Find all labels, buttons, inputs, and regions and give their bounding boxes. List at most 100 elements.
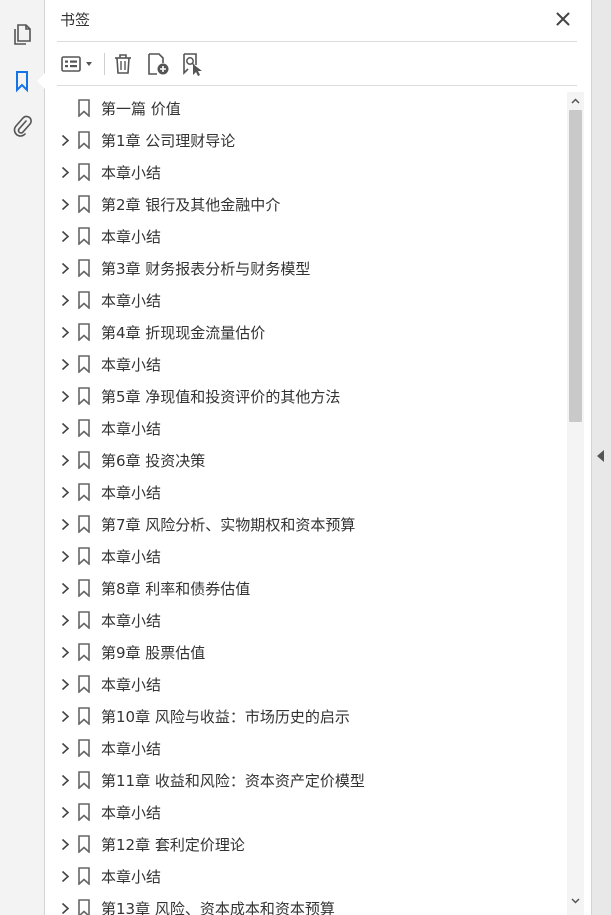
bookmark-item[interactable]: 本章小结 <box>45 348 567 380</box>
expand-chevron-icon[interactable] <box>57 164 73 180</box>
expand-chevron-icon[interactable] <box>57 548 73 564</box>
expand-chevron-icon[interactable] <box>57 420 73 436</box>
expand-chevron-icon[interactable] <box>57 452 73 468</box>
bookmark-item[interactable]: 第13章 风险、资本成本和资本预算 <box>45 892 567 915</box>
expand-chevron-icon[interactable] <box>57 804 73 820</box>
bookmark-item[interactable]: 第1章 公司理财导论 <box>45 124 567 156</box>
bookmark-item[interactable]: 本章小结 <box>45 668 567 700</box>
new-bookmark-icon <box>148 53 169 75</box>
delete-bookmark-button[interactable] <box>111 50 135 78</box>
bookmark-icon <box>77 739 91 758</box>
new-bookmark-button[interactable] <box>145 50 171 78</box>
bookmark-item[interactable]: 第2章 银行及其他金融中介 <box>45 188 567 220</box>
bookmark-label: 第一篇 价值 <box>101 100 181 118</box>
expand-chevron-icon[interactable] <box>57 356 73 372</box>
scroll-down-button[interactable] <box>567 892 584 909</box>
expand-chevron-icon[interactable] <box>57 676 73 692</box>
scroll-up-button[interactable] <box>567 92 584 109</box>
bookmark-item[interactable]: 第7章 风险分析、实物期权和资本预算 <box>45 508 567 540</box>
bookmark-item[interactable]: 本章小结 <box>45 284 567 316</box>
bookmark-icon <box>16 71 28 93</box>
bookmark-item[interactable]: 第10章 风险与收益：市场历史的启示 <box>45 700 567 732</box>
attachments-button[interactable] <box>8 112 36 140</box>
bookmark-icon <box>77 99 91 118</box>
bookmark-item[interactable]: 本章小结 <box>45 732 567 764</box>
bookmark-label: 本章小结 <box>101 548 162 566</box>
chevron-down-icon <box>571 897 580 904</box>
scrollbar-thumb[interactable] <box>569 110 582 422</box>
expand-chevron-icon[interactable] <box>57 580 73 596</box>
bookmark-item[interactable]: 第一篇 价值 <box>45 92 567 124</box>
expand-chevron-icon[interactable] <box>57 484 73 500</box>
bookmark-icon <box>77 515 91 534</box>
bookmark-label: 第12章 套利定价理论 <box>101 836 245 854</box>
bookmark-icon <box>77 675 91 694</box>
bookmark-icon <box>77 547 91 566</box>
bookmark-icon <box>77 643 91 662</box>
bookmark-label: 第6章 投资决策 <box>101 452 206 470</box>
expand-chevron-icon[interactable] <box>57 324 73 340</box>
bookmark-item[interactable]: 第8章 利率和债券估值 <box>45 572 567 604</box>
bookmark-label: 本章小结 <box>101 164 162 182</box>
options-menu-button[interactable] <box>59 50 99 78</box>
toolbar-separator <box>104 53 105 75</box>
bookmark-icon <box>77 867 91 886</box>
expand-chevron-icon[interactable] <box>57 612 73 628</box>
bookmark-item[interactable]: 本章小结 <box>45 476 567 508</box>
expand-chevron-icon[interactable] <box>57 132 73 148</box>
options-menu-icon <box>61 56 92 72</box>
bookmark-label: 本章小结 <box>101 292 162 310</box>
left-navigation-rail <box>0 0 45 915</box>
collapse-panel-strip[interactable] <box>591 0 611 915</box>
bookmark-item[interactable]: 本章小结 <box>45 796 567 828</box>
expand-chevron-icon[interactable] <box>57 260 73 276</box>
panel-title: 书签 <box>60 11 91 29</box>
expand-chevron-icon[interactable] <box>57 196 73 212</box>
bookmark-item[interactable]: 第11章 收益和风险：资本资产定价模型 <box>45 764 567 796</box>
bookmark-item[interactable]: 本章小结 <box>45 540 567 572</box>
bookmark-item[interactable]: 第12章 套利定价理论 <box>45 828 567 860</box>
expand-chevron-icon[interactable] <box>57 644 73 660</box>
bookmark-icon <box>77 771 91 790</box>
expand-chevron-icon[interactable] <box>57 228 73 244</box>
close-icon <box>556 12 570 26</box>
close-panel-button[interactable] <box>552 8 574 30</box>
expand-chevron-icon[interactable] <box>57 516 73 532</box>
expand-chevron-icon[interactable] <box>57 740 73 756</box>
bookmark-label: 本章小结 <box>101 740 162 758</box>
expand-chevron-icon[interactable] <box>57 388 73 404</box>
bookmark-item[interactable]: 本章小结 <box>45 220 567 252</box>
expand-chevron-icon[interactable] <box>57 292 73 308</box>
pages-button[interactable] <box>8 20 36 48</box>
bookmark-item[interactable]: 第9章 股票估值 <box>45 636 567 668</box>
bookmark-label: 第9章 股票估值 <box>101 644 206 662</box>
bookmark-item[interactable]: 第5章 净现值和投资评价的其他方法 <box>45 380 567 412</box>
expand-chevron-icon[interactable] <box>57 708 73 724</box>
expand-chevron-icon[interactable] <box>57 900 73 915</box>
bookmark-item[interactable]: 本章小结 <box>45 412 567 444</box>
bookmark-item[interactable]: 第4章 折现现金流量估价 <box>45 316 567 348</box>
bookmark-item[interactable]: 第3章 财务报表分析与财务模型 <box>45 252 567 284</box>
bookmark-label: 第10章 风险与收益：市场历史的启示 <box>101 708 350 726</box>
bookmark-item[interactable]: 本章小结 <box>45 604 567 636</box>
bookmark-icon <box>77 899 91 915</box>
find-bookmark-button[interactable] <box>179 50 205 78</box>
find-bookmark-icon <box>183 53 202 76</box>
expand-chevron-icon[interactable] <box>57 868 73 884</box>
bookmark-label: 本章小结 <box>101 484 162 502</box>
bookmark-tree: 第一篇 价值 第1章 公司理财导论 本章小结 第2章 银行及其他金融中介 本章小结 第3章… <box>45 92 567 915</box>
bookmarks-button[interactable] <box>8 67 36 95</box>
bookmark-label: 本章小结 <box>101 868 162 886</box>
bookmark-icon <box>77 131 91 150</box>
header-divider <box>57 41 577 42</box>
bookmark-item[interactable]: 本章小结 <box>45 156 567 188</box>
bookmark-icon <box>77 227 91 246</box>
bookmark-icon <box>77 291 91 310</box>
vertical-scrollbar[interactable] <box>567 92 584 915</box>
expand-chevron-icon[interactable] <box>57 772 73 788</box>
bookmark-item[interactable]: 本章小结 <box>45 860 567 892</box>
bookmark-label: 第13章 风险、资本成本和资本预算 <box>101 900 335 915</box>
bookmark-icon <box>77 803 91 822</box>
expand-chevron-icon[interactable] <box>57 836 73 852</box>
bookmark-item[interactable]: 第6章 投资决策 <box>45 444 567 476</box>
